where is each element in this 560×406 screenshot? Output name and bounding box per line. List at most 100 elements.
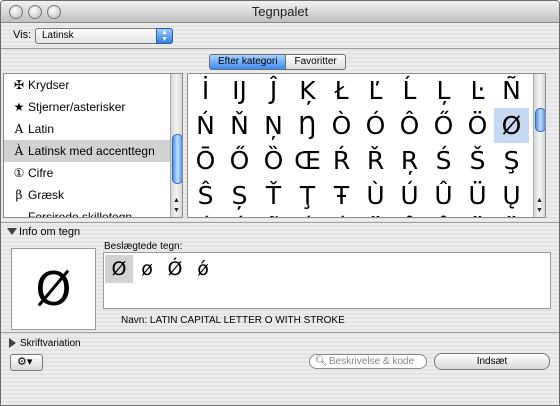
grid-cell[interactable]: Ų <box>494 178 529 213</box>
gear-menu-glyph: ⚙▾ <box>17 356 33 368</box>
grid-cell[interactable]: Ő <box>222 143 257 178</box>
vis-popup-value: Latinsk <box>42 30 74 41</box>
grid-cell[interactable]: Ũ <box>256 213 291 217</box>
disclosure-closed-icon[interactable] <box>9 338 16 348</box>
grid-cell[interactable]: Ů <box>426 213 461 217</box>
related-characters: Ø ø Ǿ ǿ <box>103 252 551 309</box>
search-placeholder: Beskrivelse & kode <box>329 356 415 367</box>
grid-cell-selected[interactable]: Ø <box>494 108 529 143</box>
disclosure-open-icon[interactable] <box>7 228 17 235</box>
category-label: Cifre <box>28 166 54 180</box>
grid-cell[interactable]: Ü <box>460 178 495 213</box>
grid-cell[interactable]: Ú <box>188 213 223 217</box>
tab-favorites[interactable]: Favoritter <box>286 54 346 70</box>
scroll-thumb[interactable] <box>535 108 545 132</box>
grid-cell[interactable]: Ü <box>494 213 529 217</box>
grid-cell[interactable]: Ő <box>426 108 461 143</box>
scroll-down-arrow-icon[interactable]: ▼ <box>534 206 545 216</box>
divider <box>1 332 559 333</box>
font-variation-label[interactable]: Skriftvariation <box>20 338 81 349</box>
grid-cell[interactable]: Ȍ <box>256 143 291 178</box>
grid-scrollbar[interactable]: ▲ ▼ <box>533 74 545 217</box>
scroll-down-arrow-icon[interactable]: ▼ <box>171 206 182 216</box>
grid-cell[interactable]: Ŧ <box>324 178 359 213</box>
grid-cell[interactable]: Û <box>426 178 461 213</box>
grid-cell[interactable]: Š <box>460 143 495 178</box>
grid-cell[interactable]: Ĺ <box>392 74 427 108</box>
grid-cell[interactable]: Ņ <box>256 108 291 143</box>
grid-cell[interactable]: Ú <box>222 213 257 217</box>
category-item[interactable]: — Forsirede skilletegn <box>4 206 170 218</box>
tab-by-category[interactable]: Efter kategori <box>209 54 287 70</box>
grid-cell[interactable]: Ł <box>324 74 359 108</box>
grid-cell[interactable]: Ü <box>460 213 495 217</box>
magnifier-icon: 🔍︎ <box>315 356 328 367</box>
grid-cell[interactable]: Ò <box>324 108 359 143</box>
scroll-up-arrow-icon[interactable]: ▲ <box>534 196 545 206</box>
category-item[interactable]: ✠ Krydser <box>4 74 170 96</box>
grid-cell[interactable]: Ĳ <box>222 74 257 108</box>
character-preview[interactable]: Ø <box>11 248 96 330</box>
search-field[interactable]: 🔍︎ Beskrivelse & kode <box>309 354 427 369</box>
grid-cell[interactable]: Ŋ <box>290 108 325 143</box>
category-item[interactable]: ★ Stjerner/asterisker <box>4 96 170 118</box>
grid-cell[interactable]: Ľ <box>358 74 393 108</box>
grid-cell[interactable]: Ś <box>426 143 461 178</box>
grid-cell[interactable]: Ş <box>494 143 529 178</box>
grid-cell[interactable]: Ș <box>222 178 257 213</box>
category-item[interactable]: β Græsk <box>4 184 170 206</box>
vis-label: Vis: <box>13 29 32 41</box>
grid-cell[interactable]: Ŀ <box>460 74 495 108</box>
grid-cell[interactable]: Ú <box>324 213 359 217</box>
grid-cell[interactable]: Ŗ <box>392 143 427 178</box>
grid-cell[interactable]: Ō <box>188 143 223 178</box>
grid-cell[interactable]: Ó <box>358 108 393 143</box>
scroll-up-arrow-icon[interactable]: ▲ <box>171 196 182 206</box>
category-item[interactable]: A Latin <box>4 118 170 140</box>
related-char[interactable]: Ǿ <box>161 255 189 283</box>
beta-icon: β <box>15 188 23 202</box>
category-item-selected[interactable]: À Latinsk med accenttegn <box>4 140 170 162</box>
grid-cell[interactable]: Ĵ <box>256 74 291 108</box>
grid-cell[interactable]: Ü <box>358 213 393 217</box>
related-char[interactable]: Ø <box>105 255 133 283</box>
grid-cell[interactable]: Ť <box>256 178 291 213</box>
related-char[interactable]: ø <box>133 255 161 283</box>
grid-cell[interactable]: Ń <box>188 108 223 143</box>
letter-a-icon: A <box>14 122 24 136</box>
related-char[interactable]: ǿ <box>189 255 217 283</box>
grid-cell[interactable]: Ň <box>222 108 257 143</box>
grid-cell[interactable]: Ŕ <box>324 143 359 178</box>
category-scrollbar[interactable]: ▲ ▼ <box>170 74 182 217</box>
category-label: Krydser <box>28 78 70 92</box>
grid-cell[interactable]: Ú <box>392 178 427 213</box>
grid-cell[interactable]: Ļ <box>426 74 461 108</box>
grid-cell[interactable]: Ŝ <box>188 178 223 213</box>
scroll-thumb[interactable] <box>172 134 182 184</box>
divider <box>1 48 559 49</box>
grid-cell[interactable]: Ţ <box>290 178 325 213</box>
category-item[interactable]: ① Cifre <box>4 162 170 184</box>
grid-cell[interactable]: Ú <box>290 213 325 217</box>
grid-cell[interactable]: Ö <box>460 108 495 143</box>
grid-cell[interactable]: İ <box>188 74 223 108</box>
category-label: Forsirede skilletegn <box>28 210 133 218</box>
character-name: Navn: LATIN CAPITAL LETTER O WITH STROKE <box>121 315 345 326</box>
dash-icon: — <box>13 210 25 218</box>
grid-cell[interactable]: Ř <box>358 143 393 178</box>
gear-icon[interactable]: ⚙▾ <box>10 354 43 371</box>
grid-cell[interactable]: Œ <box>290 143 325 178</box>
star-icon: ★ <box>13 100 25 114</box>
grid-cell[interactable]: Ñ <box>494 74 529 108</box>
category-label: Græsk <box>28 188 64 202</box>
divider <box>1 222 559 223</box>
view-tabs: Efter kategori Favoritter <box>209 54 346 70</box>
grid-cell[interactable]: Ô <box>392 108 427 143</box>
window-title: Tegnpalet <box>251 4 309 19</box>
category-label: Stjerner/asterisker <box>28 100 126 114</box>
grid-cell[interactable]: Ķ <box>290 74 325 108</box>
grid-cell[interactable]: Ù <box>358 178 393 213</box>
insert-button[interactable]: Indsæt <box>434 353 550 370</box>
vis-popup[interactable]: Latinsk ▲ ▼ <box>35 28 173 44</box>
grid-cell[interactable]: Ů <box>392 213 427 217</box>
